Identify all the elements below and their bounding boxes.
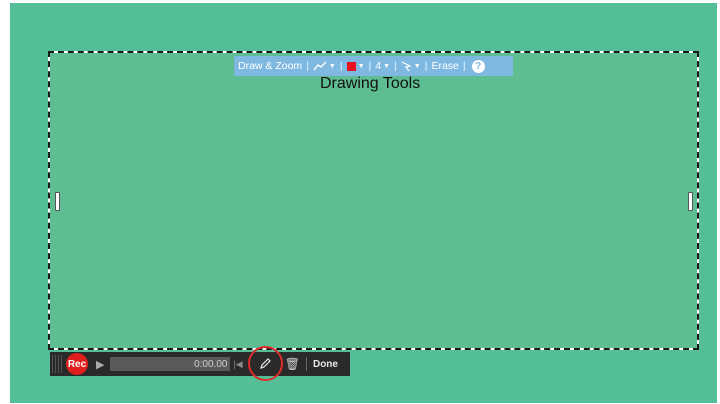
erase-button[interactable]: Erase (431, 60, 458, 72)
timecode: 0:00.00 (194, 358, 228, 370)
chevron-down-icon: ▼ (328, 62, 336, 70)
line-size-value: 4 (375, 60, 382, 72)
left-resize-handle[interactable] (55, 192, 60, 211)
draw-zoom-label[interactable]: Draw & Zoom (238, 60, 302, 72)
toolbar-divider: | (424, 60, 428, 72)
done-button[interactable]: Done (313, 359, 338, 370)
toolbar-divider: | (368, 60, 372, 72)
trash-icon[interactable]: 🗑 (285, 357, 300, 371)
line-size-button[interactable]: 4 ▼ (375, 60, 390, 72)
toolbar-divider: | (394, 60, 397, 72)
toolbar-divider: | (339, 60, 343, 72)
pointer-tool-button[interactable]: ▼ (401, 60, 421, 72)
right-resize-handle[interactable] (688, 192, 693, 211)
timeline-bar[interactable]: 0:00.00 (110, 357, 231, 371)
color-swatch (346, 61, 356, 71)
record-button[interactable]: Rec (66, 353, 88, 375)
play-icon[interactable]: ▶ (96, 358, 104, 371)
pen-tool-button[interactable]: ▼ (313, 61, 336, 71)
drag-grip-icon[interactable] (52, 355, 64, 373)
toolbar-divider: | (462, 60, 466, 72)
help-icon[interactable]: ? (471, 59, 485, 73)
capture-region[interactable] (48, 51, 699, 350)
cursor-arrow-icon (401, 60, 412, 71)
draw-tools-button[interactable] (247, 346, 283, 381)
toolbar-divider: | (306, 60, 309, 72)
skip-back-icon[interactable]: |◀ (233, 359, 242, 370)
recorder-bar: Rec ▶ 0:00.00 |◀ 🗑 Done (50, 346, 350, 381)
highlight-circle (247, 346, 283, 381)
scribble-line-icon (313, 61, 327, 71)
divider (305, 357, 307, 371)
canvas-title: Drawing Tools (320, 75, 421, 92)
chevron-down-icon: ▼ (357, 62, 365, 70)
chevron-down-icon: ▼ (383, 62, 391, 70)
chevron-down-icon: ▼ (413, 62, 421, 70)
draw-toolbar: Draw & Zoom | ▼ | ▼ | 4 ▼ | ▼ | Erase | … (234, 56, 513, 76)
color-picker-button[interactable]: ▼ (346, 61, 365, 71)
